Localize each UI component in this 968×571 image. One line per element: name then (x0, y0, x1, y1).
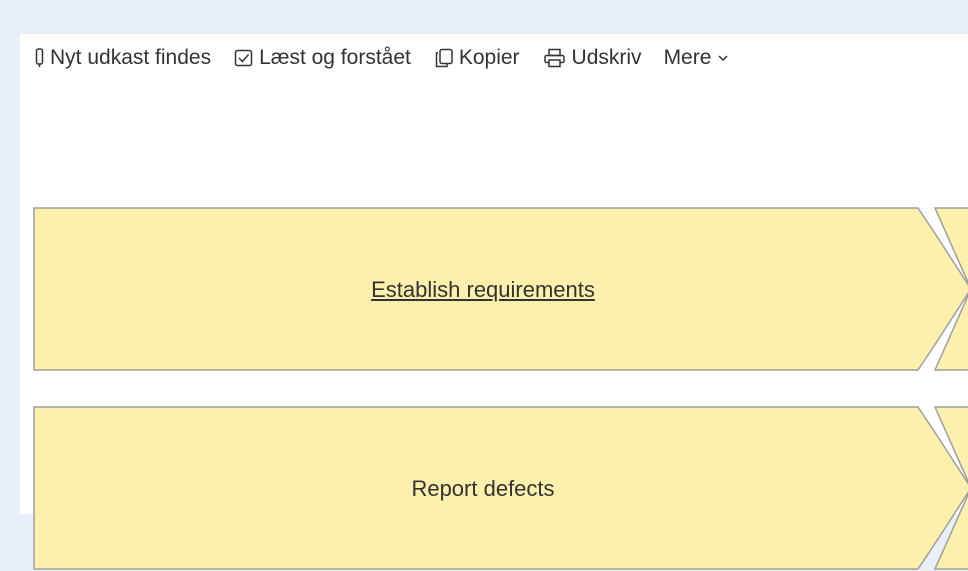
report-defects-label: Report defects (411, 475, 555, 501)
copy-button[interactable]: Kopier (433, 42, 520, 74)
read-understood-button[interactable]: Læst og forstået (233, 42, 411, 74)
establish-requirements-link[interactable]: Establish requirements (33, 207, 933, 372)
checkbox-icon (233, 47, 255, 69)
process-step-report-defects: Report defects (33, 406, 968, 571)
print-label: Udskriv (571, 46, 642, 69)
print-icon (542, 47, 568, 69)
document-toolbar: Nyt udkast findes Læst og forstået Kopie… (20, 40, 751, 76)
draft-icon (34, 47, 46, 69)
print-button[interactable]: Udskriv (542, 42, 642, 74)
more-menu-button[interactable]: Mere (664, 42, 730, 74)
new-draft-button[interactable]: Nyt udkast findes (34, 42, 211, 74)
new-draft-label: Nyt udkast findes (50, 46, 212, 69)
more-label: Mere (663, 46, 712, 69)
read-understood-label: Læst og forstået (259, 46, 411, 69)
copy-icon (433, 47, 455, 69)
chevron-down-icon (717, 52, 729, 64)
process-step-establish-requirements: Establish requirements (33, 207, 968, 372)
copy-label: Kopier (458, 46, 520, 69)
